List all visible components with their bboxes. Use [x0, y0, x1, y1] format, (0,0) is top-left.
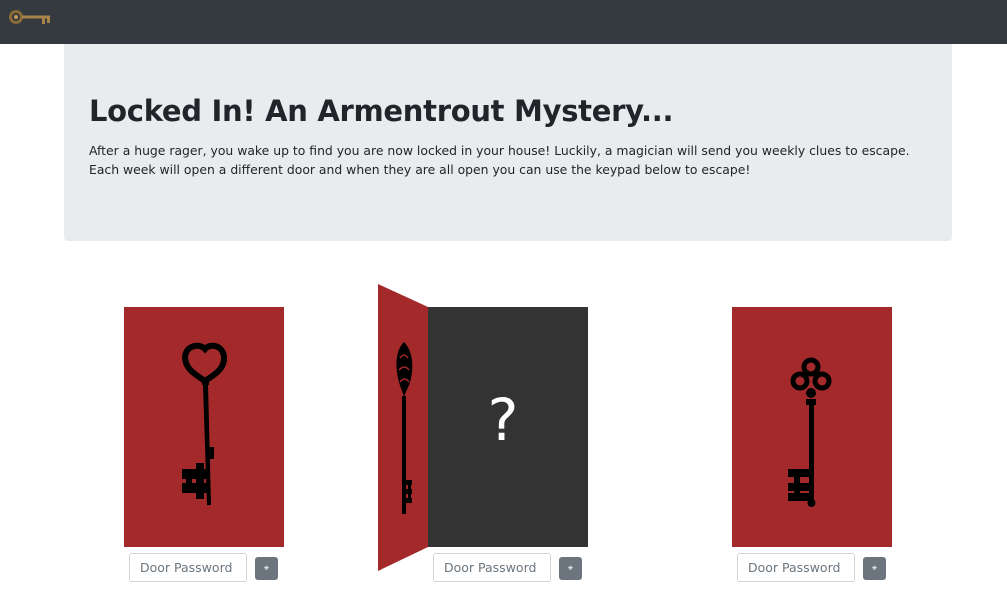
jumbotron: Locked In! An Armentrout Mystery... Afte…: [64, 44, 952, 241]
skeleton-key-icon[interactable]: [6, 8, 52, 28]
page-title: Locked In! An Armentrout Mystery...: [89, 94, 674, 128]
door-3[interactable]: [732, 307, 892, 547]
door-3-password-input[interactable]: [737, 553, 855, 582]
door-2-submit-button[interactable]: ⌖: [559, 557, 582, 580]
door-1[interactable]: [124, 307, 284, 547]
intro-text: After a huge rager, you wake up to find …: [89, 143, 910, 177]
heart-key-icon: [181, 342, 228, 505]
door-2-password-input[interactable]: [433, 553, 551, 582]
door-2[interactable]: [378, 284, 430, 572]
door-3-submit-button[interactable]: ⌖: [863, 557, 886, 580]
unlock-icon: ⌖: [871, 563, 878, 574]
unlock-icon: ⌖: [567, 563, 574, 574]
clover-key-icon: [788, 357, 832, 507]
mystery-question-mark: ?: [487, 386, 519, 454]
navbar: [0, 0, 1007, 44]
door-2-opening: ?: [428, 307, 588, 547]
door-1-submit-button[interactable]: ⌖: [255, 557, 278, 580]
unlock-icon: ⌖: [263, 563, 270, 574]
door-1-password-input[interactable]: [129, 553, 247, 582]
